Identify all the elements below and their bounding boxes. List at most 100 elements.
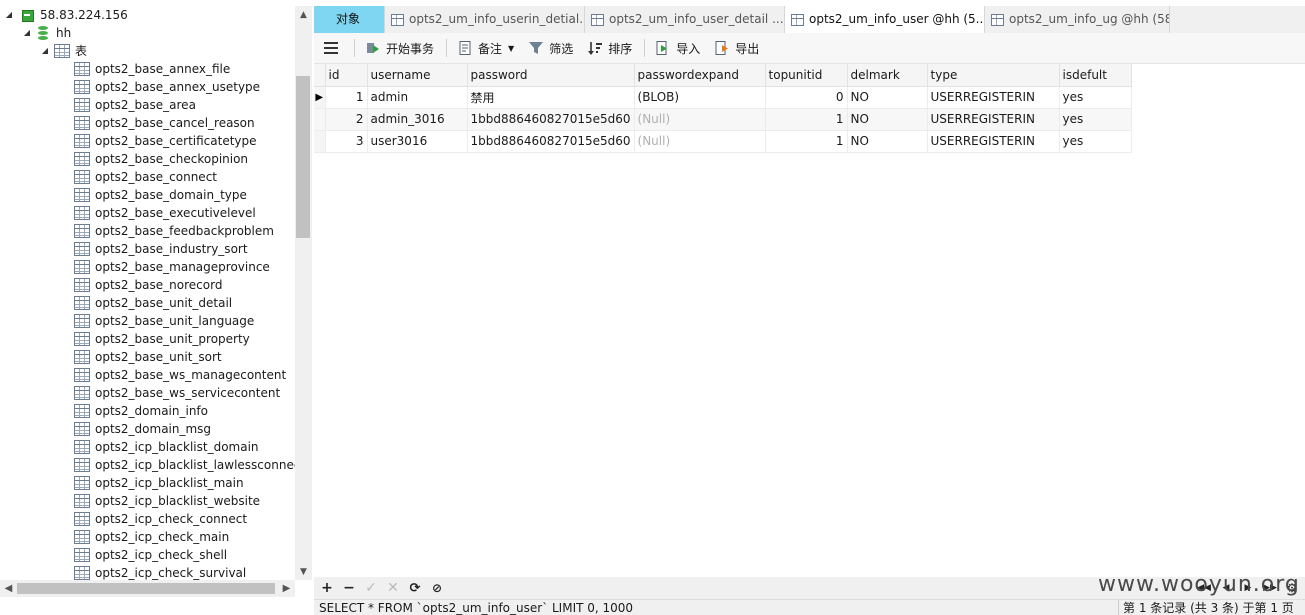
refresh-icon[interactable]: ⟳ [404, 578, 426, 598]
tree-table-item[interactable]: opts2_icp_blacklist_domain [74, 438, 259, 456]
sort-button[interactable]: 排序 [581, 36, 638, 60]
column-header-id[interactable]: id [325, 64, 368, 87]
tree-table-item[interactable]: opts2_domain_msg [74, 420, 211, 438]
cell-isdefult[interactable]: yes [1059, 108, 1132, 131]
cell-type[interactable]: USERREGISTERIN [927, 86, 1060, 109]
column-header-topunitid[interactable]: topunitid [765, 64, 848, 87]
begin-transaction-button[interactable]: 开始事务 [359, 36, 440, 60]
dropdown-arrow-icon[interactable]: ▼ [508, 44, 514, 53]
tree-table-item[interactable]: opts2_icp_check_connect [74, 510, 247, 528]
tree-table-item[interactable]: opts2_icp_blacklist_lawlessconnect [74, 456, 296, 474]
cell-username[interactable]: admin_3016 [367, 108, 468, 131]
column-header-isdefult[interactable]: isdefult [1059, 64, 1132, 87]
tab-table[interactable]: opts2_um_info_userin_detial... [385, 6, 585, 33]
tree-table-item[interactable]: opts2_icp_blacklist_main [74, 474, 244, 492]
discard-changes-icon[interactable]: ✕ [382, 578, 404, 598]
cell-delmark[interactable]: NO [847, 108, 928, 131]
cell-password[interactable]: 1bbd886460827015e5d60 [467, 108, 635, 131]
cell-passwordexpand[interactable]: (Null) [634, 108, 766, 131]
tree-table-item[interactable]: opts2_base_annex_file [74, 60, 230, 78]
row-selector[interactable] [314, 130, 326, 153]
row-selector[interactable] [314, 108, 326, 131]
tree-table-item[interactable]: opts2_base_ws_managecontent [74, 366, 286, 384]
cell-type[interactable]: USERREGISTERIN [927, 108, 1060, 131]
tree-table-item[interactable]: opts2_domain_info [74, 402, 208, 420]
tree-table-item[interactable]: opts2_base_manageprovince [74, 258, 270, 276]
cell-id[interactable]: 3 [325, 130, 368, 153]
tree-table-item[interactable]: opts2_icp_check_shell [74, 546, 227, 564]
tree-table-item[interactable]: opts2_base_connect [74, 168, 217, 186]
tree-database-node[interactable]: ◢ hh [22, 24, 71, 42]
column-header-type[interactable]: type [927, 64, 1060, 87]
menu-button[interactable] [314, 36, 348, 60]
column-header-passwordexpand[interactable]: passwordexpand [634, 64, 766, 87]
tree-table-item[interactable]: opts2_base_unit_property [74, 330, 250, 348]
scroll-up-icon[interactable]: ▲ [295, 6, 312, 23]
cell-password[interactable]: 禁用 [467, 86, 635, 109]
cell-username[interactable]: admin [367, 86, 468, 109]
tab-table[interactable]: opts2_um_info_ug @hh (58.... [985, 6, 1170, 33]
import-button[interactable]: 导入 [649, 36, 706, 60]
tree-table-item[interactable]: opts2_icp_check_main [74, 528, 229, 546]
scroll-left-icon[interactable]: ◀ [0, 580, 17, 597]
current-row-indicator-icon[interactable]: ▶ [314, 86, 326, 109]
cell-delmark[interactable]: NO [847, 86, 928, 109]
delete-record-icon[interactable]: − [338, 578, 360, 598]
collapse-arrow-icon[interactable]: ◢ [22, 24, 32, 42]
cell-id[interactable]: 1 [325, 86, 368, 109]
column-header-delmark[interactable]: delmark [847, 64, 928, 87]
tree-table-item[interactable]: opts2_base_unit_sort [74, 348, 222, 366]
cell-topunitid[interactable]: 0 [765, 86, 848, 109]
cell-id[interactable]: 2 [325, 108, 368, 131]
table-row[interactable]: 3 user3016 1bbd886460827015e5d60 (Null) 1 NO U… [314, 130, 1132, 153]
tree-vertical-scrollbar[interactable]: ▲ ▼ [295, 6, 312, 580]
table-row[interactable]: 2 admin_3016 1bbd886460827015e5d60 (Null) 1 N… [314, 108, 1132, 131]
tree-table-item[interactable]: opts2_base_cancel_reason [74, 114, 255, 132]
tree-server-node[interactable]: ◢ 58.83.224.156 [4, 6, 128, 24]
tree-table-item[interactable]: opts2_base_checkopinion [74, 150, 248, 168]
tree-table-item[interactable]: opts2_icp_blacklist_website [74, 492, 260, 510]
table-row[interactable]: ▶ 1 admin 禁用 (BLOB) 0 NO USERREGISTERIN yes [314, 86, 1132, 109]
tree-horizontal-scrollbar[interactable]: ◀ ▶ [0, 580, 295, 597]
tree-table-item[interactable]: opts2_base_unit_detail [74, 294, 232, 312]
tree-table-item[interactable]: opts2_base_feedbackproblem [74, 222, 274, 240]
collapse-arrow-icon[interactable]: ◢ [4, 6, 14, 24]
add-record-icon[interactable]: + [316, 578, 338, 598]
apply-changes-icon[interactable]: ✓ [360, 578, 382, 598]
filter-button[interactable]: 筛选 [522, 36, 579, 60]
tab-table[interactable]: opts2_um_info_user_detail ... [585, 6, 785, 33]
column-header-username[interactable]: username [367, 64, 468, 87]
scroll-right-icon[interactable]: ▶ [278, 580, 295, 597]
memo-button[interactable]: 备注 ▼ [451, 36, 520, 60]
scrollbar-thumb[interactable] [296, 76, 310, 238]
tree-table-item[interactable]: opts2_base_norecord [74, 276, 222, 294]
column-header-password[interactable]: password [467, 64, 635, 87]
cell-isdefult[interactable]: yes [1059, 86, 1132, 109]
cell-topunitid[interactable]: 1 [765, 108, 848, 131]
tree-table-item[interactable]: opts2_base_industry_sort [74, 240, 248, 258]
cell-delmark[interactable]: NO [847, 130, 928, 153]
tree-table-item[interactable]: opts2_base_executivelevel [74, 204, 256, 222]
scroll-down-icon[interactable]: ▼ [295, 563, 312, 580]
tree-table-item[interactable]: opts2_base_area [74, 96, 196, 114]
tree-table-item[interactable]: opts2_base_domain_type [74, 186, 247, 204]
cell-isdefult[interactable]: yes [1059, 130, 1132, 153]
stop-icon[interactable]: ⊘ [426, 578, 448, 598]
cell-passwordexpand[interactable]: (Null) [634, 130, 766, 153]
cell-topunitid[interactable]: 1 [765, 130, 848, 153]
tree-table-item[interactable]: opts2_base_ws_servicecontent [74, 384, 280, 402]
tab-active-table[interactable]: opts2_um_info_user @hh (5... [785, 6, 985, 33]
cell-password[interactable]: 1bbd886460827015e5d60 [467, 130, 635, 153]
collapse-arrow-icon[interactable]: ◢ [40, 42, 50, 60]
cell-username[interactable]: user3016 [367, 130, 468, 153]
export-button[interactable]: 导出 [708, 36, 765, 60]
tree-table-item[interactable]: opts2_base_annex_usetype [74, 78, 260, 96]
cell-type[interactable]: USERREGISTERIN [927, 130, 1060, 153]
tree-table-item[interactable]: opts2_base_certificatetype [74, 132, 257, 150]
tab-objects[interactable]: 对象 [314, 6, 385, 33]
tree-table-item[interactable]: opts2_base_unit_language [74, 312, 254, 330]
tree-table-item[interactable]: opts2_icp_check_survival [74, 564, 246, 580]
cell-passwordexpand[interactable]: (BLOB) [634, 86, 766, 109]
scrollbar-thumb[interactable] [17, 583, 275, 594]
tree-tables-folder[interactable]: ◢ 表 [40, 42, 87, 60]
